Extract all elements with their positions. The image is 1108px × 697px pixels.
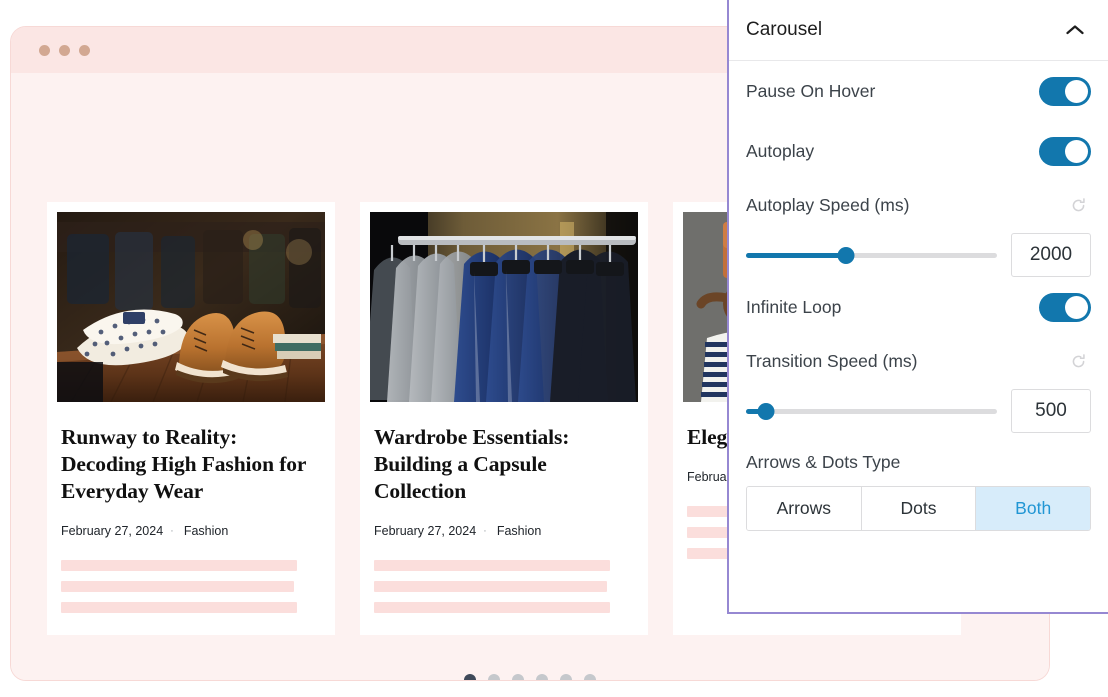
chevron-up-icon[interactable] bbox=[1060, 15, 1090, 45]
infinite-loop-label: Infinite Loop bbox=[746, 297, 841, 318]
arrows-dots-type-segmented-control[interactable]: Arrows Dots Both bbox=[746, 486, 1091, 531]
card-category[interactable]: Fashion bbox=[184, 524, 228, 538]
slider-thumb[interactable] bbox=[758, 403, 775, 420]
skeleton-line bbox=[374, 581, 607, 592]
card-excerpt-placeholder bbox=[61, 560, 321, 613]
card-excerpt-placeholder bbox=[374, 560, 634, 613]
toggle-knob bbox=[1065, 296, 1088, 319]
autoplay-speed-input[interactable]: 2000 bbox=[1011, 233, 1091, 277]
setting-pause-on-hover: Pause On Hover bbox=[746, 61, 1091, 121]
list-item[interactable]: Runway to Reality: Decoding High Fashion… bbox=[47, 202, 335, 635]
toggle-knob bbox=[1065, 140, 1088, 163]
segment-both[interactable]: Both bbox=[976, 487, 1090, 530]
card-category[interactable]: Fashion bbox=[497, 524, 541, 538]
carousel-dot-4[interactable] bbox=[536, 674, 548, 681]
card-date: February 27, 2024 bbox=[61, 524, 163, 538]
card-date: February 27, 2024 bbox=[374, 524, 476, 538]
infinite-loop-toggle[interactable] bbox=[1039, 293, 1091, 322]
autoplay-toggle[interactable] bbox=[1039, 137, 1091, 166]
autoplay-speed-label: Autoplay Speed (ms) bbox=[746, 195, 909, 216]
slider-thumb[interactable] bbox=[838, 247, 855, 264]
pause-on-hover-toggle[interactable] bbox=[1039, 77, 1091, 106]
window-controls bbox=[39, 45, 90, 56]
card-title[interactable]: Wardrobe Essentials: Building a Capsule … bbox=[374, 424, 634, 505]
toggle-knob bbox=[1065, 80, 1088, 103]
setting-transition-speed: Transition Speed (ms) 500 bbox=[746, 337, 1091, 433]
skeleton-line bbox=[61, 602, 297, 613]
transition-speed-label: Transition Speed (ms) bbox=[746, 351, 918, 372]
slider-fill bbox=[746, 253, 846, 258]
suits-rack-photo-icon bbox=[370, 212, 638, 402]
autoplay-label: Autoplay bbox=[746, 141, 814, 162]
close-dot-icon[interactable] bbox=[39, 45, 50, 56]
panel-content: Pause On Hover Autoplay Autoplay Speed (… bbox=[729, 61, 1108, 531]
carousel-dot-6[interactable] bbox=[584, 674, 596, 681]
list-item[interactable]: Wardrobe Essentials: Building a Capsule … bbox=[360, 202, 648, 635]
maximize-dot-icon[interactable] bbox=[79, 45, 90, 56]
panel-header[interactable]: Carousel bbox=[729, 0, 1108, 61]
meta-separator: · bbox=[483, 525, 487, 537]
screenshot-root: Runway to Reality: Decoding High Fashion… bbox=[0, 0, 1108, 697]
transition-speed-input[interactable]: 500 bbox=[1011, 389, 1091, 433]
arrows-dots-type-label: Arrows & Dots Type bbox=[746, 452, 1091, 473]
carousel-dot-1[interactable] bbox=[464, 674, 476, 681]
carousel-dot-3[interactable] bbox=[512, 674, 524, 681]
card-image bbox=[57, 212, 325, 402]
panel-title: Carousel bbox=[746, 19, 822, 41]
skeleton-line bbox=[374, 560, 610, 571]
card-meta: February 27, 2024 · Fashion bbox=[61, 524, 321, 538]
pause-on-hover-label: Pause On Hover bbox=[746, 81, 875, 102]
carousel-dot-5[interactable] bbox=[560, 674, 572, 681]
slider-track bbox=[746, 409, 997, 414]
carousel-dot-2[interactable] bbox=[488, 674, 500, 681]
autoplay-speed-slider-row: 2000 bbox=[746, 233, 1091, 277]
card-meta: February 27, 2024 · Fashion bbox=[374, 524, 634, 538]
skeleton-line bbox=[374, 602, 610, 613]
transition-speed-slider[interactable] bbox=[746, 400, 997, 422]
autoplay-speed-head: Autoplay Speed (ms) bbox=[746, 190, 1091, 220]
reset-icon[interactable] bbox=[1065, 348, 1091, 374]
skeleton-line bbox=[61, 560, 297, 571]
autoplay-speed-slider[interactable] bbox=[746, 244, 997, 266]
carousel-settings-panel: Carousel Pause On Hover Autoplay A bbox=[727, 0, 1108, 614]
card-title[interactable]: Runway to Reality: Decoding High Fashion… bbox=[61, 424, 321, 505]
setting-autoplay-speed: Autoplay Speed (ms) 2000 bbox=[746, 181, 1091, 277]
transition-speed-head: Transition Speed (ms) bbox=[746, 346, 1091, 376]
carousel-pagination-dots[interactable] bbox=[11, 674, 1049, 681]
shoes-photo-icon bbox=[57, 212, 325, 402]
setting-autoplay: Autoplay bbox=[746, 121, 1091, 181]
card-date: Februa bbox=[687, 470, 727, 484]
segment-arrows[interactable]: Arrows bbox=[747, 487, 862, 530]
card-image bbox=[370, 212, 638, 402]
segment-dots[interactable]: Dots bbox=[862, 487, 977, 530]
reset-icon[interactable] bbox=[1065, 192, 1091, 218]
setting-arrows-dots-type: Arrows & Dots Type Arrows Dots Both bbox=[746, 433, 1091, 531]
minimize-dot-icon[interactable] bbox=[59, 45, 70, 56]
transition-speed-slider-row: 500 bbox=[746, 389, 1091, 433]
setting-infinite-loop: Infinite Loop bbox=[746, 277, 1091, 337]
skeleton-line bbox=[61, 581, 294, 592]
meta-separator: · bbox=[170, 525, 174, 537]
